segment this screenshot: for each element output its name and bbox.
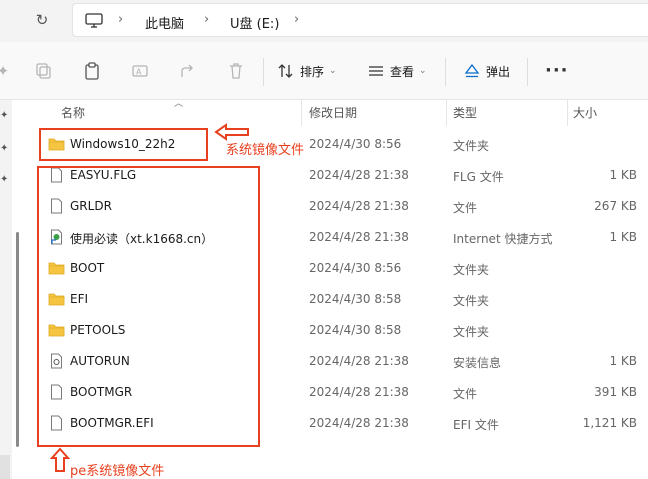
- annotation-box-system-image: [39, 128, 208, 161]
- view-button[interactable]: 查看 ⌄: [368, 60, 427, 82]
- file-size: 391 KB: [594, 385, 637, 399]
- file-modified-date: 2024/4/30 8:58: [309, 292, 402, 306]
- column-divider[interactable]: [446, 100, 447, 126]
- file-modified-date: 2024/4/28 21:38: [309, 230, 409, 244]
- annotation-label-pe-image: pe系统镜像文件: [70, 464, 165, 479]
- annotation-box-pe-image: [37, 166, 260, 447]
- chevron-down-icon: ⌄: [419, 66, 427, 76]
- nav-selected-item[interactable]: [0, 455, 10, 479]
- file-size: 1,121 KB: [582, 416, 637, 430]
- sort-icon: [278, 64, 293, 78]
- breadcrumb-chevron-icon[interactable]: ›: [294, 12, 299, 27]
- file-type: 文件: [453, 387, 478, 401]
- file-size: 267 KB: [594, 199, 637, 213]
- toolbar-divider: [527, 58, 528, 86]
- pin-icon[interactable]: ✦: [0, 174, 8, 185]
- file-modified-date: 2024/4/28 21:38: [309, 199, 409, 213]
- arrow-up-icon: [50, 447, 70, 472]
- nav-scrollbar[interactable]: [16, 232, 19, 447]
- pin-icon[interactable]: ✦: [0, 143, 8, 154]
- file-explorer-window: ↻ › 此电脑 › U盘 (E:) › ✦ A 排序 ⌄ 查看 ⌄ 弹出 ···…: [0, 0, 648, 479]
- column-header-modified[interactable]: 修改日期: [309, 100, 357, 126]
- file-type: 文件夹: [453, 139, 490, 153]
- new-icon[interactable]: ✦: [0, 62, 12, 80]
- file-modified-date: 2024/4/30 8:58: [309, 323, 402, 337]
- column-divider[interactable]: [567, 100, 568, 126]
- file-type: 文件夹: [453, 294, 490, 308]
- column-header-type[interactable]: 类型: [453, 100, 477, 126]
- breadcrumb-chevron-icon[interactable]: ›: [118, 12, 123, 27]
- file-type: Internet 快捷方式: [453, 232, 553, 246]
- more-options-icon[interactable]: ···: [545, 60, 569, 81]
- breadcrumb-usb-drive[interactable]: U盘 (E:): [230, 13, 279, 32]
- file-type: FLG 文件: [453, 170, 504, 184]
- pin-icon[interactable]: ✦: [0, 110, 8, 121]
- view-label: 查看: [390, 64, 415, 79]
- navigation-pane[interactable]: ✦ ✦ ✦: [0, 100, 12, 479]
- rename-icon[interactable]: A: [131, 62, 149, 80]
- breadcrumb-this-pc[interactable]: 此电脑: [145, 13, 184, 32]
- file-type: 文件夹: [453, 263, 490, 277]
- column-divider[interactable]: [301, 100, 302, 126]
- toolbar-divider: [263, 58, 264, 86]
- address-bar[interactable]: › 此电脑 › U盘 (E:) ›: [72, 3, 648, 37]
- file-type: 文件: [453, 201, 478, 215]
- file-type: 安装信息: [453, 356, 502, 370]
- toolbar-divider: [445, 58, 446, 86]
- file-modified-date: 2024/4/30 8:56: [309, 137, 402, 151]
- paste-icon[interactable]: [83, 62, 101, 80]
- chevron-down-icon: ⌄: [329, 66, 337, 76]
- column-header-size[interactable]: 大小: [573, 100, 597, 126]
- eject-button[interactable]: 弹出: [464, 60, 510, 82]
- sort-ascending-icon: ︿: [174, 99, 184, 109]
- file-modified-date: 2024/4/30 8:56: [309, 261, 402, 275]
- sort-button[interactable]: 排序 ⌄: [278, 60, 337, 82]
- file-size: 1 KB: [609, 168, 637, 182]
- address-row: ↻ › 此电脑 › U盘 (E:) ›: [0, 0, 648, 42]
- annotation-label-system-image: 系统镜像文件: [226, 143, 305, 158]
- eject-label: 弹出: [486, 64, 511, 79]
- share-icon[interactable]: [179, 62, 197, 80]
- command-bar: ✦ A 排序 ⌄ 查看 ⌄ 弹出 ···: [0, 42, 648, 100]
- copy-icon[interactable]: [35, 62, 53, 80]
- delete-icon[interactable]: [227, 62, 245, 80]
- computer-icon: [85, 13, 103, 28]
- file-size: 1 KB: [609, 354, 637, 368]
- view-icon: [369, 66, 383, 76]
- file-modified-date: 2024/4/28 21:38: [309, 354, 409, 368]
- breadcrumb-chevron-icon[interactable]: ›: [204, 12, 209, 27]
- svg-text:A: A: [136, 68, 142, 77]
- eject-icon: [464, 63, 480, 78]
- file-type: EFI 文件: [453, 418, 499, 432]
- file-modified-date: 2024/4/28 21:38: [309, 416, 409, 430]
- sort-label: 排序: [300, 64, 325, 79]
- refresh-icon[interactable]: ↻: [32, 10, 52, 30]
- file-modified-date: 2024/4/28 21:38: [309, 168, 409, 182]
- file-type: 文件夹: [453, 325, 490, 339]
- column-header-name[interactable]: 名称: [61, 100, 85, 126]
- file-size: 1 KB: [609, 230, 637, 244]
- file-modified-date: 2024/4/28 21:38: [309, 385, 409, 399]
